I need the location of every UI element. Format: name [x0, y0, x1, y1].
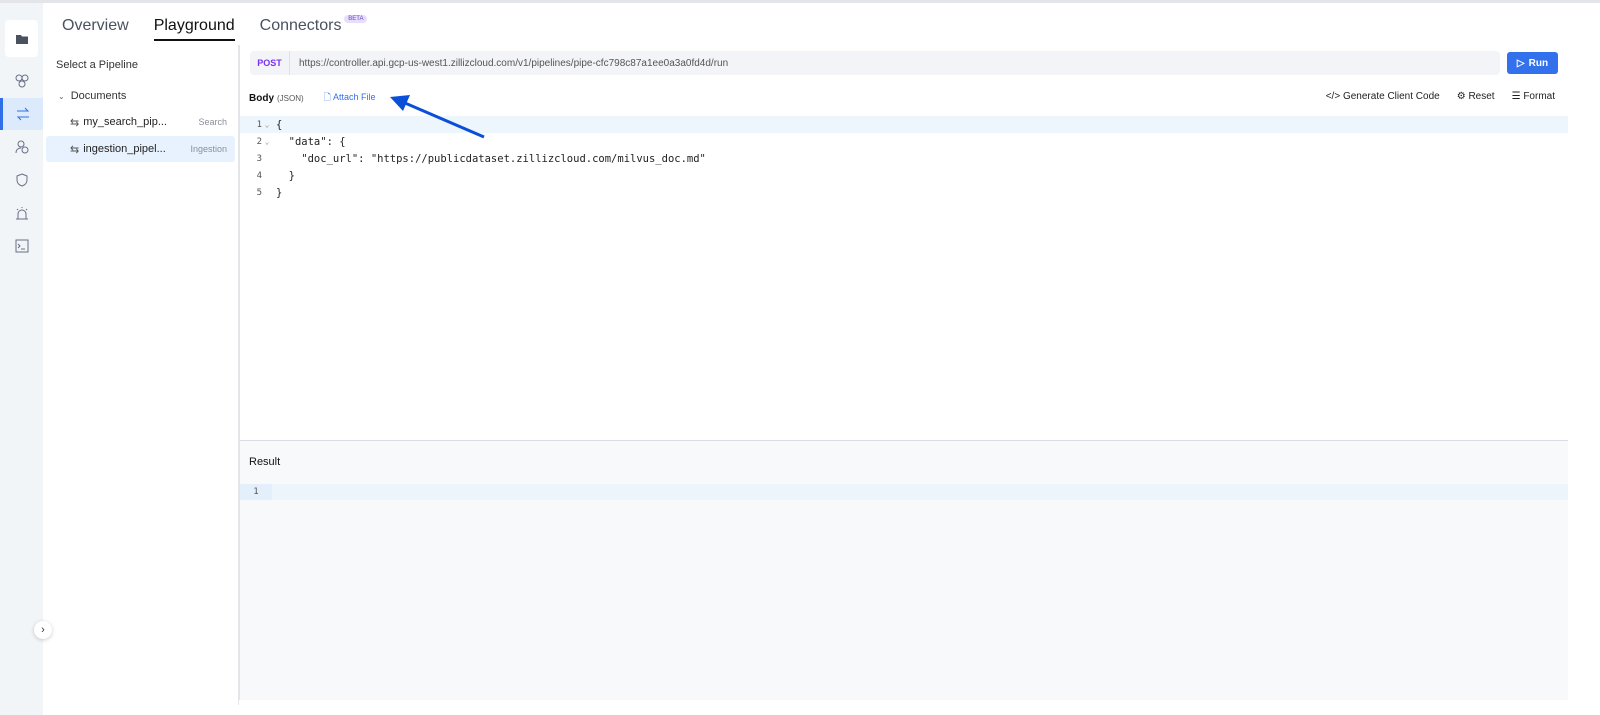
- annotation-arrow: [390, 95, 485, 139]
